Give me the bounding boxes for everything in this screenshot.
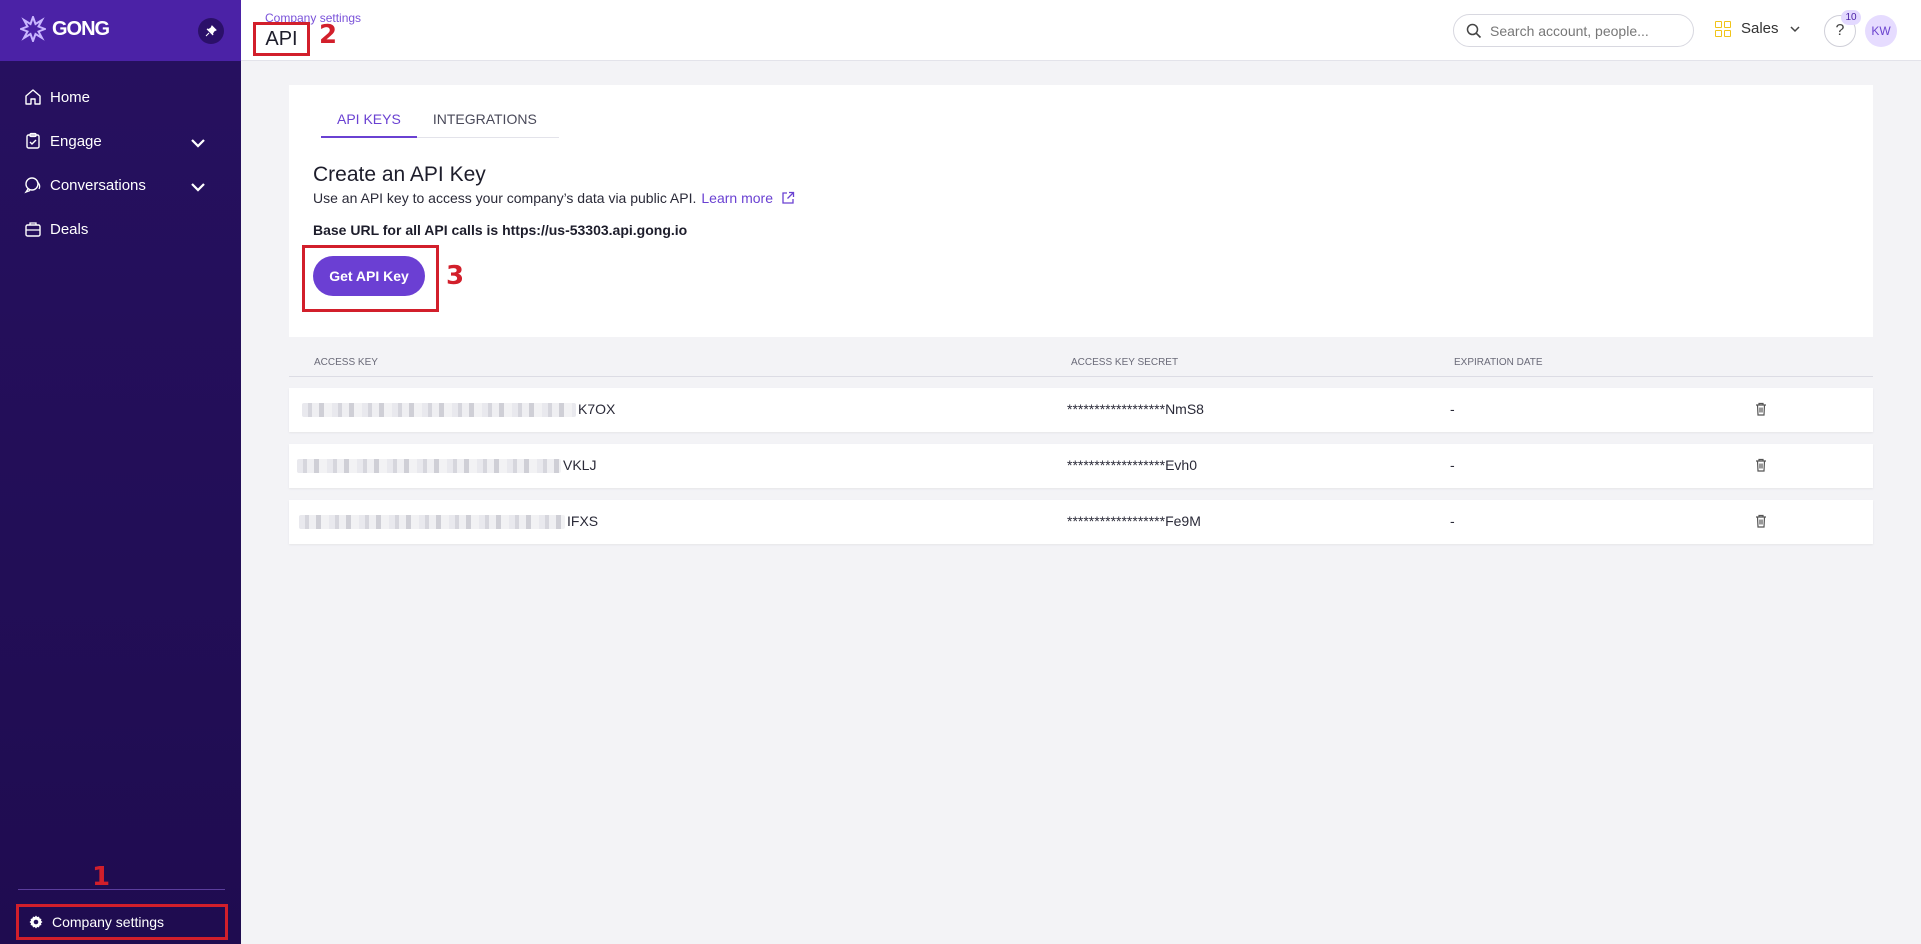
sidebar-item-home[interactable]: Home [0, 75, 241, 119]
trash-icon[interactable] [1753, 513, 1769, 529]
annotation-step-2: 2 [319, 20, 338, 50]
description-text: Use an API key to access your company’s … [313, 190, 697, 206]
expiration-date-cell: - [1450, 457, 1455, 473]
annotation-step-3: 3 [446, 261, 465, 291]
top-bar: Company settings API 2 Sales [241, 0, 1921, 61]
sidebar-item-label: Deals [50, 220, 89, 238]
table-row: K7OX ******************NmS8 - [289, 388, 1873, 432]
gear-icon [29, 915, 43, 929]
chat-icon [24, 177, 41, 194]
help-icon: ? [1835, 22, 1845, 39]
get-api-key-button[interactable]: Get API Key [313, 256, 425, 296]
briefcase-icon [25, 222, 41, 237]
pin-icon [205, 25, 217, 37]
learn-more-link[interactable]: Learn more [701, 190, 795, 206]
notification-badge: 10 [1841, 10, 1861, 25]
column-header-access-key-secret: ACCESS KEY SECRET [1071, 357, 1179, 368]
chevron-down-icon [191, 183, 205, 192]
base-url-text: Base URL for all API calls is https://us… [313, 222, 688, 238]
search-input[interactable] [1490, 22, 1680, 39]
apps-grid-icon [1715, 20, 1731, 37]
sidebar: GONG Home Engage Conversations Deals 1 C… [0, 0, 241, 944]
page-title: API [253, 22, 310, 56]
access-key-suffix: K7OX [578, 401, 616, 417]
redacted-key [297, 459, 561, 474]
sidebar-item-deals[interactable]: Deals [0, 207, 241, 251]
search-icon [1466, 23, 1482, 38]
trash-icon[interactable] [1753, 457, 1769, 473]
access-key-cell: K7OX [302, 401, 616, 418]
logo-bar: GONG [0, 0, 241, 61]
tab-integrations[interactable]: INTEGRATIONS [417, 107, 553, 138]
access-key-secret-cell: ******************Fe9M [1067, 513, 1201, 529]
sidebar-item-company-settings[interactable]: Company settings [16, 904, 228, 940]
learn-more-label: Learn more [701, 190, 773, 206]
avatar[interactable]: KW [1865, 15, 1897, 47]
table-header: ACCESS KEY ACCESS KEY SECRET EXPIRATION … [289, 355, 1873, 377]
gong-logo-icon [20, 16, 46, 42]
trash-icon[interactable] [1753, 401, 1769, 417]
external-link-icon [782, 191, 795, 204]
section-title: Create an API Key [313, 163, 486, 186]
sidebar-item-conversations[interactable]: Conversations [0, 163, 241, 207]
tab-bar: API KEYS INTEGRATIONS [321, 107, 559, 138]
search-box[interactable] [1453, 14, 1694, 47]
section-description: Use an API key to access your company’s … [313, 190, 795, 206]
api-keys-card: API KEYS INTEGRATIONS Create an API Key … [289, 85, 1873, 337]
company-settings-label: Company settings [52, 914, 165, 930]
tab-api-keys[interactable]: API KEYS [321, 107, 417, 138]
chevron-down-icon [1790, 25, 1800, 32]
redacted-key [302, 403, 576, 418]
access-key-cell: VKLJ [297, 457, 597, 474]
sidebar-nav: Home Engage Conversations Deals [0, 75, 241, 251]
access-key-secret-cell: ******************NmS8 [1067, 401, 1204, 417]
chevron-down-icon [191, 139, 205, 148]
pin-sidebar-button[interactable] [198, 18, 224, 44]
sidebar-item-label: Engage [50, 132, 102, 150]
expiration-date-cell: - [1450, 513, 1455, 529]
access-key-suffix: IFXS [567, 513, 599, 529]
sidebar-item-label: Conversations [50, 176, 146, 194]
workspace-label: Sales [1741, 20, 1779, 37]
redacted-key [299, 515, 565, 530]
sidebar-divider [18, 889, 225, 890]
access-key-suffix: VKLJ [563, 457, 597, 473]
access-key-cell: IFXS [299, 513, 599, 530]
workspace-selector[interactable]: Sales [1715, 20, 1801, 37]
table-row: VKLJ ******************Evh0 - [289, 444, 1873, 488]
column-header-expiration-date: EXPIRATION DATE [1454, 357, 1543, 368]
gong-logo[interactable]: GONG [20, 16, 110, 42]
access-key-secret-cell: ******************Evh0 [1067, 457, 1197, 473]
logo-text: GONG [52, 17, 110, 40]
column-header-access-key: ACCESS KEY [314, 357, 378, 368]
expiration-date-cell: - [1450, 401, 1455, 417]
sidebar-item-label: Home [50, 88, 91, 106]
table-row: IFXS ******************Fe9M - [289, 500, 1873, 544]
clipboard-icon [26, 132, 40, 149]
sidebar-item-engage[interactable]: Engage [0, 119, 241, 163]
home-icon [25, 89, 41, 105]
annotation-step-1: 1 [92, 862, 111, 892]
